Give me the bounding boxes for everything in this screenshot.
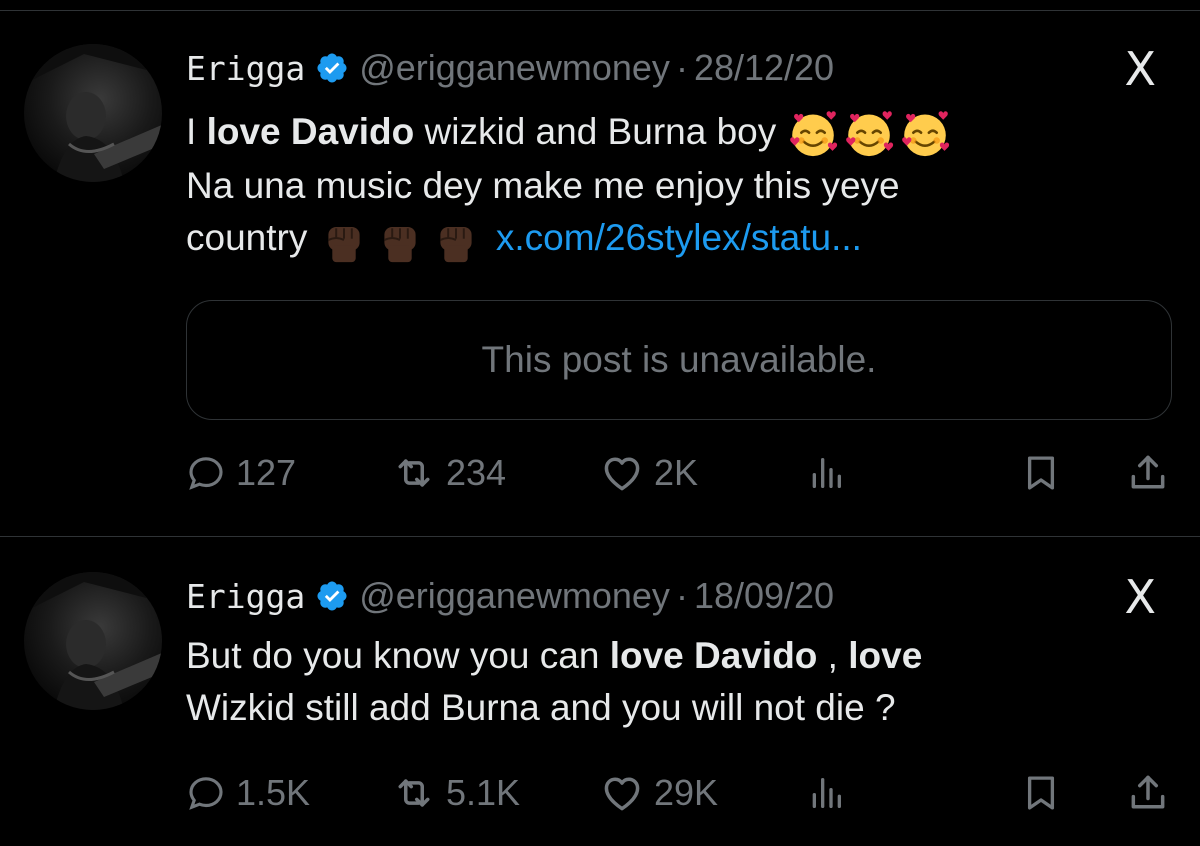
action-bar: 1.5K 5.1K 29K xyxy=(186,768,1176,818)
text-line-2: Wizkid still add Burna and you will not … xyxy=(186,687,896,728)
bookmark-button[interactable] xyxy=(1020,768,1062,818)
tweet-header: Erigga @erigganewmoney · 18/09/20 xyxy=(186,575,834,617)
display-name[interactable]: Erigga xyxy=(186,49,305,88)
display-name[interactable]: Erigga xyxy=(186,577,305,616)
x-logo-icon[interactable]: X xyxy=(1124,46,1156,92)
tweet-header: Erigga @erigganewmoney · 28/12/20 xyxy=(186,47,834,89)
handle[interactable]: @erigganewmoney xyxy=(359,575,670,617)
text-line-3: country x.com/26stylex/statu... xyxy=(186,212,1146,266)
share-icon xyxy=(1126,451,1170,495)
tweet-2[interactable]: Erigga @erigganewmoney · 18/09/20 X But … xyxy=(0,536,1200,846)
x-logo-icon[interactable]: X xyxy=(1124,574,1156,620)
smiling-face-with-hearts-icon xyxy=(843,108,895,160)
views-icon xyxy=(806,773,846,813)
reply-button[interactable]: 127 xyxy=(186,448,296,498)
raised-fist-icon xyxy=(430,214,482,266)
separator-dot: · xyxy=(675,47,688,88)
reply-icon xyxy=(186,453,226,493)
reply-button[interactable]: 1.5K xyxy=(186,768,310,818)
handle[interactable]: @erigganewmoney xyxy=(359,47,670,89)
text-line-1: But do you know you can love Davido , lo… xyxy=(186,635,923,676)
tweet-text: But do you know you can love Davido , lo… xyxy=(186,630,1146,734)
raised-fist-icon xyxy=(318,214,370,266)
bookmark-icon xyxy=(1020,452,1062,494)
avatar[interactable] xyxy=(24,572,162,710)
repost-button[interactable]: 5.1K xyxy=(392,768,520,818)
like-count: 2K xyxy=(654,452,699,493)
bookmark-button[interactable] xyxy=(1020,448,1062,498)
avatar[interactable] xyxy=(24,44,162,182)
verified-badge-icon xyxy=(315,51,349,85)
repost-icon xyxy=(392,771,436,815)
timestamp[interactable]: 18/09/20 xyxy=(694,575,834,617)
like-count: 29K xyxy=(654,772,719,813)
bookmark-icon xyxy=(1020,772,1062,814)
tweet-link[interactable]: x.com/26stylex/statu... xyxy=(496,217,862,258)
views-button[interactable] xyxy=(806,768,846,818)
share-button[interactable] xyxy=(1126,768,1170,818)
tweet-1[interactable]: Erigga @erigganewmoney · 28/12/20 X I lo… xyxy=(0,0,1200,535)
quoted-post-unavailable: This post is unavailable. xyxy=(186,300,1172,420)
share-button[interactable] xyxy=(1126,448,1170,498)
repost-button[interactable]: 234 xyxy=(392,448,506,498)
heart-icon xyxy=(600,771,644,815)
action-bar: 127 234 2K xyxy=(186,448,1176,498)
text-line-1: I love Davido wizkid and Burna boy xyxy=(186,106,1146,160)
views-button[interactable] xyxy=(806,448,846,498)
reply-count: 1.5K xyxy=(236,772,311,813)
text-line-2: Na una music dey make me enjoy this yeye xyxy=(186,165,900,207)
repost-icon xyxy=(392,451,436,495)
timestamp[interactable]: 28/12/20 xyxy=(694,47,834,89)
repost-count: 234 xyxy=(446,452,507,493)
reply-count: 127 xyxy=(236,452,297,493)
tweet-text: I love Davido wizkid and Burna boy Na un… xyxy=(186,106,1146,266)
reply-icon xyxy=(186,773,226,813)
repost-count: 5.1K xyxy=(446,772,521,813)
share-icon xyxy=(1126,771,1170,815)
raised-fist-icon xyxy=(374,214,426,266)
views-icon xyxy=(806,453,846,493)
smiling-face-with-hearts-icon xyxy=(899,108,951,160)
heart-icon xyxy=(600,451,644,495)
smiling-face-with-hearts-icon xyxy=(787,108,839,160)
separator-dot: · xyxy=(675,575,688,616)
verified-badge-icon xyxy=(315,579,349,613)
like-button[interactable]: 2K xyxy=(600,448,698,498)
like-button[interactable]: 29K xyxy=(600,768,718,818)
